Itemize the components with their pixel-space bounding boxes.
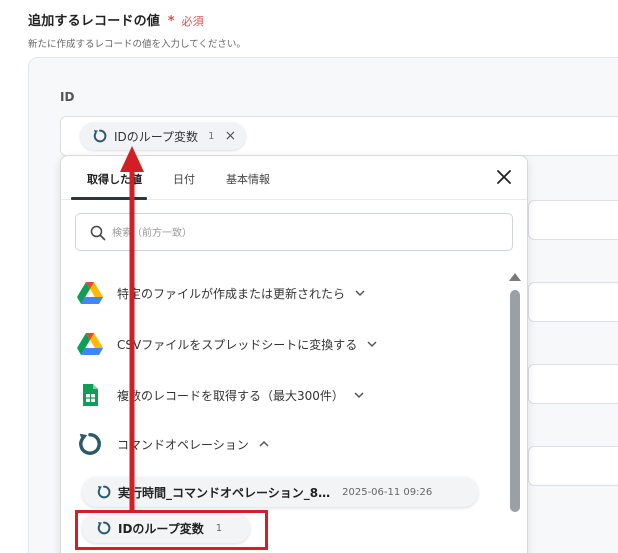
step-item-file-trigger[interactable]: 特定のファイルが作成または更新されたら <box>77 279 365 307</box>
chevron-down-icon[interactable] <box>354 391 364 399</box>
background-input[interactable] <box>528 200 618 240</box>
section-description: 新たに作成するレコードの値を入力してください。 <box>28 39 246 50</box>
output-chip-execution-time[interactable]: 実行時間_コマンドオペレーション_8… 2025-06-11 09:26 <box>82 477 478 507</box>
chevron-down-icon[interactable] <box>367 340 377 348</box>
step-item-get-records[interactable]: 複数のレコードを取得する（最大300件） <box>77 381 364 409</box>
google-drive-icon <box>77 333 103 355</box>
step-label: コマンドオペレーション <box>117 437 249 452</box>
scrollbar-thumb[interactable] <box>510 290 520 512</box>
id-field-label: ID <box>60 90 75 104</box>
loop-icon <box>93 129 107 143</box>
output-label: 実行時間_コマンドオペレーション_8… <box>118 485 331 500</box>
background-input[interactable] <box>528 282 618 322</box>
chip-label: IDのループ変数 <box>114 129 199 144</box>
background-input[interactable] <box>528 446 618 486</box>
close-icon[interactable] <box>493 166 515 188</box>
tab-basic-info[interactable]: 基本情報 <box>226 171 270 187</box>
search-icon <box>90 225 106 241</box>
google-drive-icon <box>77 282 103 304</box>
chip-count: 1 <box>208 130 215 142</box>
required-star: * <box>167 14 175 29</box>
id-variable-chip[interactable]: IDのループ変数 1 × <box>80 122 247 150</box>
chevron-up-icon[interactable] <box>259 440 269 448</box>
google-sheets-icon <box>83 384 98 406</box>
tab-retrieved-values[interactable]: 取得した値 <box>87 171 142 187</box>
step-item-csv-convert[interactable]: CSVファイルをスプレッドシートに変換する <box>77 330 377 358</box>
required-label: 必須 <box>181 15 204 28</box>
loop-icon <box>97 485 111 499</box>
section-title: 追加するレコードの値 * 必須 <box>28 10 204 29</box>
annotation-highlight-box <box>75 510 268 550</box>
step-label: 複数のレコードを取得する（最大300件） <box>117 388 344 403</box>
background-input[interactable] <box>528 364 618 404</box>
step-label: CSVファイルをスプレッドシートに変換する <box>117 337 358 352</box>
scroll-up-arrow[interactable] <box>509 273 521 281</box>
loop-icon <box>79 433 101 455</box>
step-item-command-operation[interactable]: コマンドオペレーション <box>77 430 269 458</box>
tab-date[interactable]: 日付 <box>173 171 195 187</box>
picker-tabs: 取得した値 日付 基本情報 <box>61 156 527 200</box>
search-input[interactable] <box>112 223 492 243</box>
step-label: 特定のファイルが作成または更新されたら <box>117 286 346 301</box>
output-timestamp: 2025-06-11 09:26 <box>342 486 433 498</box>
search-box[interactable] <box>75 213 513 251</box>
chip-remove-icon[interactable]: × <box>224 128 236 144</box>
section-title-text: 追加するレコードの値 <box>28 14 161 29</box>
active-tab-indicator <box>71 197 147 200</box>
chevron-down-icon[interactable] <box>355 289 365 297</box>
